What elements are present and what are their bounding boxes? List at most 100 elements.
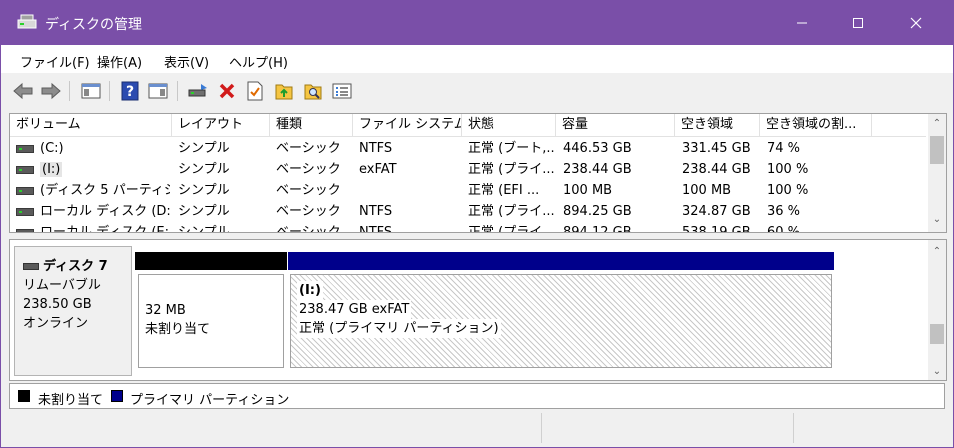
menu-bar: ファイル(F) 操作(A) 表示(V) ヘルプ(H) (1, 45, 953, 73)
minimize-button[interactable] (779, 1, 825, 45)
partition-color-bar (288, 252, 834, 270)
volume-free-percent: 100 % (767, 162, 809, 177)
volume-free-percent: 36 % (767, 204, 801, 219)
column-header-layout[interactable]: レイアウト (172, 114, 270, 136)
disk-info-panel[interactable]: ディスク 7 リムーバブル 238.50 GB オンライン (14, 246, 132, 376)
connect-virtual-disk-button[interactable] (186, 79, 210, 103)
scroll-down-icon[interactable]: ⌄ (928, 212, 946, 228)
view-list-button[interactable] (330, 79, 354, 103)
volume-status: 正常 (プライ... (468, 162, 555, 177)
partition-primary-i[interactable]: (I:) 238.47 GB exFAT 正常 (プライマリ パーティション) (288, 252, 834, 378)
delete-button[interactable] (215, 79, 239, 103)
explore-button[interactable] (301, 79, 325, 103)
volume-type: ベーシック (276, 225, 341, 233)
partition-unallocated[interactable]: 32 MB 未割り当て (135, 252, 287, 378)
volume-status: 正常 (プライ... (468, 204, 555, 219)
table-row[interactable]: (I:) シンプル ベーシック exFAT 正常 (プライ... 238.44 … (10, 159, 926, 180)
volume-free-space: 538.19 GB (682, 225, 751, 233)
forward-arrow-icon (41, 82, 61, 100)
disk-size: 238.50 GB (23, 297, 92, 312)
volume-name: (I:) (40, 162, 63, 177)
volume-layout: シンプル (178, 141, 230, 156)
menu-view[interactable]: 表示(V) (164, 52, 209, 71)
close-icon (910, 17, 922, 29)
volume-layout: シンプル (178, 204, 230, 219)
help-button[interactable]: ? (118, 79, 142, 103)
drive-icon (16, 228, 34, 232)
close-button[interactable] (893, 1, 939, 45)
volume-layout: シンプル (178, 162, 230, 177)
volume-list-scrollbar[interactable]: ⌃ ⌄ (928, 114, 946, 232)
volume-free-space: 331.45 GB (682, 141, 751, 156)
scroll-up-icon[interactable]: ⌃ (928, 116, 946, 132)
help-icon: ? (121, 81, 139, 101)
menu-help[interactable]: ヘルプ(H) (229, 52, 288, 71)
legend-label-primary: プライマリ パーティション (130, 393, 290, 408)
menu-action[interactable]: 操作(A) (97, 52, 142, 71)
folder-up-icon (275, 84, 293, 100)
column-header-free-space[interactable]: 空き領域 (675, 114, 760, 136)
column-header-type[interactable]: 種類 (270, 114, 353, 136)
partition-size: 32 MB (145, 303, 186, 318)
open-folder-button[interactable] (272, 79, 296, 103)
table-row[interactable]: ローカル ディスク (D:) シンプル ベーシック NTFS 正常 (プライ..… (10, 201, 926, 222)
volume-filesystem: NTFS (359, 141, 393, 156)
disk-map[interactable]: ディスク 7 リムーバブル 238.50 GB オンライン 32 MB 未割り当… (9, 239, 947, 381)
search-folder-icon (304, 84, 322, 100)
disk-management-window: ディスクの管理 ファイル(F) 操作(A) 表示(V) ヘルプ(H) ? ボリュ… (0, 0, 954, 448)
partition-color-bar (135, 252, 287, 270)
back-button[interactable] (11, 79, 35, 103)
disk-state: オンライン (23, 316, 89, 331)
column-header-filesystem[interactable]: ファイル システム (353, 114, 462, 136)
volume-free-percent: 60 % (767, 225, 801, 233)
partition-body[interactable]: 32 MB 未割り当て (138, 274, 284, 368)
column-header-status[interactable]: 状態 (462, 114, 556, 136)
table-row[interactable]: (C:) シンプル ベーシック NTFS 正常 (ブート,... 446.53 … (10, 138, 926, 159)
maximize-icon (853, 18, 863, 28)
volume-free-space: 238.44 GB (682, 162, 751, 177)
table-row[interactable]: (ディスク 5 パーティショ... シンプル ベーシック 正常 (EFI ...… (10, 180, 926, 201)
volume-type: ベーシック (276, 162, 341, 177)
column-header-volume[interactable]: ボリューム (10, 114, 172, 136)
volume-free-space: 100 MB (682, 183, 732, 198)
column-header-free-percent[interactable]: 空き領域の割... (760, 114, 872, 136)
show-hide-console-tree-button[interactable] (79, 79, 103, 103)
back-arrow-icon (13, 82, 33, 100)
properties-button[interactable] (243, 79, 267, 103)
scroll-up-icon[interactable]: ⌃ (928, 244, 946, 260)
scrollbar-thumb[interactable] (930, 136, 944, 164)
column-header-capacity[interactable]: 容量 (556, 114, 675, 136)
volume-status: 正常 (EFI ... (468, 183, 540, 198)
status-bar-divider (541, 413, 542, 443)
show-hide-action-pane-button[interactable] (146, 79, 170, 103)
scroll-down-icon[interactable]: ⌄ (928, 364, 946, 380)
partition-body[interactable]: (I:) 238.47 GB exFAT 正常 (プライマリ パーティション) (290, 274, 832, 368)
volume-capacity: 446.53 GB (563, 141, 632, 156)
volume-filesystem: NTFS (359, 225, 393, 233)
legend-swatch-primary (111, 390, 123, 402)
legend-label-unallocated: 未割り当て (38, 393, 104, 408)
forward-button[interactable] (39, 79, 63, 103)
toolbar-separator (69, 81, 70, 101)
legend-swatch-unallocated (18, 390, 30, 402)
volume-name: (ディスク 5 パーティショ... (40, 183, 170, 198)
disk-map-scrollbar[interactable]: ⌃ ⌄ (928, 240, 946, 380)
drive-icon (16, 165, 34, 174)
table-row[interactable]: ローカル ディスク (E:) シンプル ベーシック NTFS 正常 (プライ..… (10, 222, 926, 233)
volume-free-percent: 100 % (767, 183, 809, 198)
menu-file[interactable]: ファイル(F) (20, 52, 90, 71)
maximize-button[interactable] (835, 1, 881, 45)
partition-desc: 正常 (プライマリ パーティション) (297, 319, 501, 338)
volume-capacity: 894.25 GB (563, 204, 632, 219)
volume-type: ベーシック (276, 141, 341, 156)
properties-check-icon (247, 81, 263, 101)
drive-icon (16, 144, 34, 153)
connect-drive-icon (188, 84, 207, 97)
scrollbar-thumb[interactable] (930, 324, 944, 344)
svg-text:?: ? (126, 84, 134, 100)
volume-list[interactable]: ボリューム レイアウト 種類 ファイル システム 状態 容量 空き領域 空き領域… (9, 113, 947, 233)
toolbar-separator (109, 81, 110, 101)
title-bar[interactable]: ディスクの管理 (1, 1, 953, 45)
volume-free-percent: 74 % (767, 141, 801, 156)
window-title: ディスクの管理 (45, 17, 143, 33)
